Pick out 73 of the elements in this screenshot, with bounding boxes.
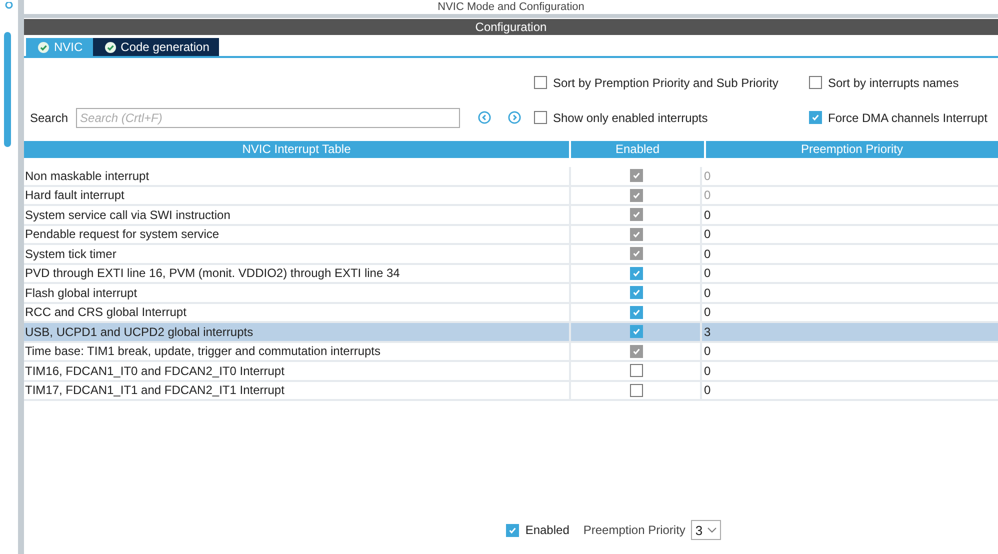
priority-value: 0 [703, 362, 712, 380]
option-label: Force DMA channels Interrupt [828, 110, 988, 124]
table-row[interactable]: TIM17, FDCAN1_IT1 and FDCAN2_IT1 Interrupt 0 [24, 382, 998, 401]
interrupt-name: System service call via SWI instruction [24, 206, 232, 224]
column-header: NVIC Interrupt Table [24, 141, 569, 158]
checkbox[interactable] [506, 524, 520, 536]
interrupt-name: Non maskable interrupt [24, 168, 150, 184]
interrupt-name: TIM17, FDCAN1_IT1 and FDCAN2_IT1 Interrupt [24, 382, 286, 399]
check-icon [632, 249, 640, 258]
priority-value: 0 [703, 382, 712, 399]
option-label: Show only enabled interrupts [553, 110, 708, 124]
check-icon [632, 327, 640, 336]
check-icon [632, 308, 640, 317]
column-header: Enabled [571, 141, 704, 158]
interrupt-name: Pendable request for system service [24, 226, 220, 243]
table-row[interactable]: PVD through EXTI line 16, PVM (monit. VDDIO2) through EXTI line 34 0 [24, 264, 998, 284]
priority-value: 0 [703, 226, 712, 243]
interrupt-name: System tick timer [24, 246, 118, 262]
table-row[interactable]: Flash global interrupt 0 [24, 284, 998, 304]
interrupt-name: USB, UCPD1 and UCPD2 global interrupts [24, 324, 254, 340]
table-row[interactable]: TIM16, FDCAN1_IT0 and FDCAN2_IT0 Interrupt 0 [24, 362, 998, 382]
priority-value: 0 [703, 284, 712, 302]
check-icon [632, 268, 640, 278]
search-field[interactable]: Search (Crtl+F) [76, 108, 460, 128]
priority-value: 0 [703, 187, 712, 204]
table-row[interactable]: USB, UCPD1 and UCPD2 global interrupts 3 [24, 323, 998, 342]
section-title: Configuration [24, 19, 998, 35]
checkbox[interactable] [534, 111, 547, 124]
check-icon [632, 230, 640, 239]
priority-value: 0 [703, 168, 712, 184]
check-icon [811, 113, 820, 122]
priority-dropdown[interactable]: 3 [691, 520, 721, 540]
checkbox[interactable] [534, 76, 547, 89]
chevron-down-icon [706, 527, 717, 533]
next-icon[interactable] [508, 111, 522, 124]
checkbox[interactable] [630, 364, 642, 378]
interrupt-name: PVD through EXTI line 16, PVM (monit. VDDIO2) through EXTI line 34 [24, 265, 401, 282]
checkbox[interactable] [630, 286, 642, 300]
option-label: Sort by Premption Priority and Sub Priority [553, 76, 778, 90]
check-icon [508, 526, 518, 534]
field-label: Preemption Priority [583, 523, 686, 537]
priority-value: 0 [703, 206, 712, 224]
checkbox[interactable] [630, 384, 642, 397]
interrupt-name: Time base: TIM1 break, update, trigger and commutation interrupts [24, 343, 382, 360]
interrupt-name: Hard fault interrupt [24, 187, 126, 204]
checkbox-label: Enabled [525, 523, 570, 537]
check-icon [632, 190, 640, 200]
interrupt-name: TIM16, FDCAN1_IT0 and FDCAN2_IT0 Interrupt [24, 362, 286, 380]
checkbox[interactable] [630, 306, 642, 319]
check-circle-icon [104, 42, 116, 52]
checkbox[interactable] [630, 325, 642, 338]
checkbox[interactable] [809, 76, 822, 89]
column-header: Preemption Priority [706, 141, 998, 158]
priority-value: 3 [703, 324, 712, 340]
priority-value: 0 [703, 304, 712, 321]
priority-value: 0 [703, 343, 712, 360]
search-label: Search [30, 110, 68, 124]
check-icon [632, 171, 640, 180]
interrupt-name: Flash global interrupt [24, 284, 138, 302]
tab[interactable]: Code generation [92, 38, 220, 56]
check-icon [632, 288, 640, 298]
interrupt-name: RCC and CRS global Interrupt [24, 304, 188, 321]
check-icon [632, 346, 640, 356]
priority-value: 0 [703, 246, 712, 262]
check-circle-icon [38, 42, 49, 52]
previous-icon[interactable] [478, 111, 492, 124]
checkbox[interactable] [809, 111, 822, 124]
option-label: Sort by interrupts names [828, 76, 959, 90]
priority-value: 0 [703, 265, 712, 282]
window-title: NVIC Mode and Configuration [438, 1, 584, 13]
check-icon [632, 210, 640, 220]
checkbox[interactable] [630, 266, 642, 280]
scrollbar-thumb[interactable] [4, 32, 10, 147]
